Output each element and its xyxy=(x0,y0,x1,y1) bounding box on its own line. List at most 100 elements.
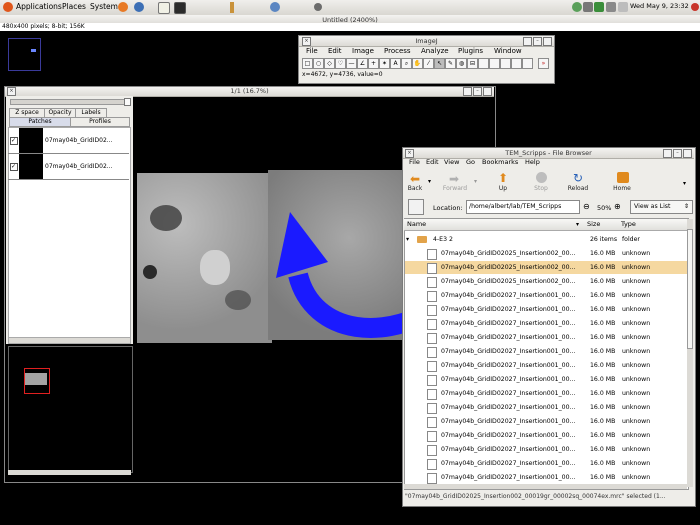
angle-tool-icon[interactable]: ∠ xyxy=(357,58,368,69)
text-tool-icon[interactable]: A xyxy=(390,58,401,69)
location-input[interactable]: /home/albert/lab/TEM_Scripps xyxy=(466,200,580,214)
blank-tool-1[interactable] xyxy=(478,58,489,69)
gnome-foot-icon[interactable] xyxy=(3,2,13,12)
line-tool-icon[interactable]: — xyxy=(346,58,357,69)
patch-item[interactable]: ✓ 07may04b_GridID02... xyxy=(8,128,129,154)
navigator-viewport[interactable] xyxy=(24,368,50,394)
file-list-vscroll[interactable] xyxy=(687,219,693,487)
trakem-minimize-button[interactable]: – xyxy=(473,87,482,96)
column-size[interactable]: Size xyxy=(587,219,600,230)
reload-icon[interactable]: ↻ xyxy=(573,171,583,185)
list-item[interactable]: 07may04b_GridID02027_Insertion001_00... 1… xyxy=(405,317,687,330)
list-item[interactable]: 07may04b_GridID02027_Insertion001_00... 1… xyxy=(405,429,687,442)
column-type[interactable]: Type xyxy=(621,219,636,230)
update-icon[interactable] xyxy=(594,2,604,12)
imagej-menu-file[interactable]: File xyxy=(306,47,318,55)
power-icon[interactable] xyxy=(691,3,699,11)
tab-patches[interactable]: Patches xyxy=(9,117,71,127)
oval-tool-icon[interactable]: ○ xyxy=(313,58,324,69)
fb-menu-view[interactable]: View xyxy=(444,158,459,166)
globe-icon[interactable] xyxy=(270,2,280,12)
column-name[interactable]: Name xyxy=(407,219,426,230)
list-item[interactable]: 07may04b_GridID02027_Insertion001_00... 1… xyxy=(405,457,687,470)
blank-tool-3[interactable] xyxy=(500,58,511,69)
list-item[interactable]: 07may04b_GridID02027_Insertion001_00... 1… xyxy=(405,471,687,484)
fb-menu-edit[interactable]: Edit xyxy=(426,158,439,166)
file-browser-close-button[interactable]: × xyxy=(405,149,414,158)
list-item[interactable]: 07may04b_GridID02027_Insertion001_00... 1… xyxy=(405,387,687,400)
thunderbird-icon[interactable] xyxy=(134,2,144,12)
back-arrow-icon[interactable]: ⬅ xyxy=(410,172,420,186)
imagej-menu-plugins[interactable]: Plugins xyxy=(458,47,483,55)
polygon-tool-icon[interactable]: ◇ xyxy=(324,58,335,69)
pointer-tool-icon[interactable]: ↖ xyxy=(434,58,445,69)
imagej-menu-window[interactable]: Window xyxy=(494,47,522,55)
wand-tool-icon[interactable]: ✶ xyxy=(379,58,390,69)
blank-tool-2[interactable] xyxy=(489,58,500,69)
zoom-level[interactable]: 50% xyxy=(597,204,611,212)
microscope-icon[interactable] xyxy=(230,2,234,13)
zoom-in-icon[interactable]: ⊕ xyxy=(614,202,621,211)
list-item[interactable]: 07may04b_GridID02027_Insertion001_00... 1… xyxy=(405,331,687,344)
imagej-menu-analyze[interactable]: Analyze xyxy=(421,47,449,55)
forward-button[interactable]: Forward xyxy=(440,185,470,192)
back-button[interactable]: Back xyxy=(400,185,430,192)
patch-visible-checkbox[interactable]: ✓ xyxy=(10,163,18,171)
imagej-pin-button[interactable] xyxy=(523,37,532,46)
rectangle-tool-icon[interactable]: □ xyxy=(302,58,313,69)
list-item[interactable]: 07may04b_GridID02027_Insertion001_00... 1… xyxy=(405,443,687,456)
forward-dropdown-icon[interactable]: ▾ xyxy=(474,178,477,185)
bug-icon[interactable] xyxy=(314,3,322,11)
imagej-close-button[interactable]: × xyxy=(302,37,311,46)
file-browser-pin-button[interactable] xyxy=(663,149,672,158)
fb-menu-file[interactable]: File xyxy=(409,158,420,166)
imagej-maximize-button[interactable] xyxy=(543,37,552,46)
system-menu[interactable]: System xyxy=(90,2,118,11)
zoom-out-icon[interactable]: ⊖ xyxy=(583,202,590,211)
blank-tool-4[interactable] xyxy=(511,58,522,69)
trakem-close-button[interactable]: × xyxy=(7,87,16,96)
fb-menu-go[interactable]: Go xyxy=(466,158,475,166)
dropper-tool-icon[interactable]: ⁄ xyxy=(423,58,434,69)
trakem-pin-button[interactable] xyxy=(463,87,472,96)
hand-tool-icon[interactable]: ✋ xyxy=(412,58,423,69)
up-button[interactable]: Up xyxy=(488,185,518,192)
places-menu[interactable]: Places xyxy=(62,2,86,11)
editor-icon[interactable] xyxy=(158,2,170,14)
patch-visible-checkbox[interactable]: ✓ xyxy=(10,137,18,145)
pen-tool-icon[interactable]: ◍ xyxy=(456,58,467,69)
patch-item[interactable]: ✓ 07may04b_GridID02... xyxy=(8,154,129,180)
folder-row[interactable]: ▾ 4-E3 2 26 items folder xyxy=(405,233,687,246)
list-item[interactable]: 07may04b_GridID02027_Insertion001_00... 1… xyxy=(405,289,687,302)
toggle-location-icon[interactable] xyxy=(408,199,424,215)
up-arrow-icon[interactable]: ⬆ xyxy=(498,171,508,185)
imagej-menu-process[interactable]: Process xyxy=(384,47,411,55)
list-item[interactable]: 07may04b_GridID02025_Insertion002_00... 1… xyxy=(405,275,687,288)
brush-tool-icon[interactable]: ✎ xyxy=(445,58,456,69)
list-item[interactable]: 07may04b_GridID02025_Insertion002_00... 1… xyxy=(405,261,687,274)
navigator-hscroll[interactable] xyxy=(8,470,131,475)
imagej-menu-edit[interactable]: Edit xyxy=(328,47,342,55)
file-browser-maximize-button[interactable] xyxy=(683,149,692,158)
file-list-hscroll[interactable] xyxy=(404,484,687,489)
reload-button[interactable]: Reload xyxy=(563,185,593,192)
list-item[interactable]: 07may04b_GridID02027_Insertion001_00... 1… xyxy=(405,303,687,316)
stop-button[interactable]: Stop xyxy=(526,185,556,192)
back-dropdown-icon[interactable]: ▾ xyxy=(428,178,431,185)
fb-menu-help[interactable]: Help xyxy=(525,158,540,166)
toolbar-overflow-icon[interactable]: ▾ xyxy=(683,180,686,187)
align-tool-icon[interactable]: ⊟ xyxy=(467,58,478,69)
list-item[interactable]: 07may04b_GridID02027_Insertion001_00... 1… xyxy=(405,415,687,428)
list-item[interactable]: 07may04b_GridID02025_Insertion002_00... 1… xyxy=(405,247,687,260)
point-tool-icon[interactable]: + xyxy=(368,58,379,69)
chat-icon[interactable] xyxy=(572,2,582,12)
expander-icon[interactable]: ▾ xyxy=(406,233,409,246)
freehand-tool-icon[interactable]: ♡ xyxy=(335,58,346,69)
view-as-select[interactable]: View as List ⇕ xyxy=(630,200,693,214)
applications-menu[interactable]: Applications xyxy=(16,2,62,11)
clock[interactable]: Wed May 9, 23:32 xyxy=(630,2,689,10)
firefox-icon[interactable] xyxy=(118,2,128,12)
terminal-icon[interactable] xyxy=(174,2,186,14)
volume-icon[interactable] xyxy=(583,2,593,12)
sidebar-hscroll[interactable] xyxy=(8,337,131,344)
